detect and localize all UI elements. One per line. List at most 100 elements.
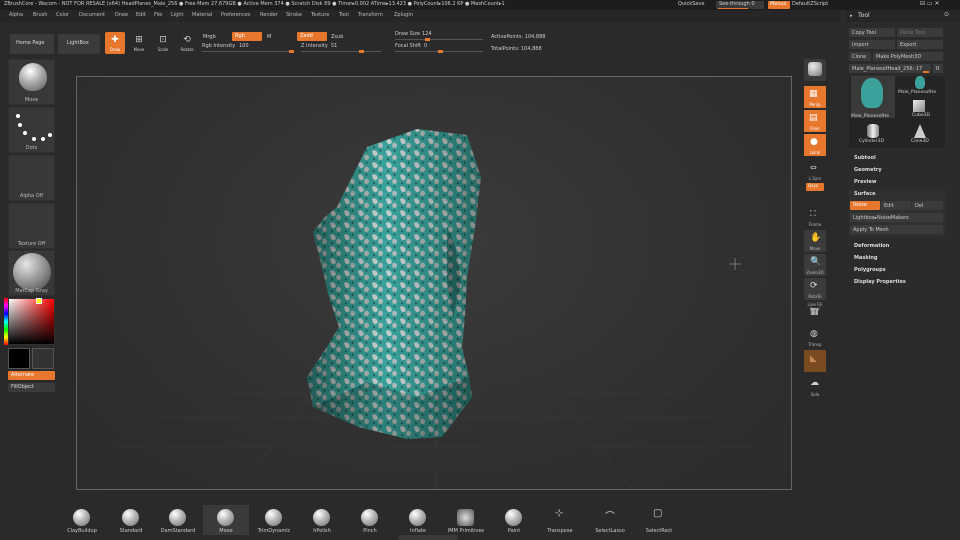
- brush-damstandard[interactable]: DamStandard: [155, 505, 201, 535]
- masking-section[interactable]: Masking: [854, 256, 878, 261]
- tool-thumb-cylinder[interactable]: Cylinder3D: [851, 122, 895, 146]
- lsym-button[interactable]: ⇔ L.Sym: [804, 160, 826, 182]
- import-button[interactable]: Import: [849, 40, 895, 49]
- polyf-button[interactable]: ▦ Line Fill PolyF: [804, 302, 826, 324]
- brush-paint[interactable]: Paint: [491, 505, 537, 535]
- tool-thumb-cone[interactable]: Cone3D: [897, 122, 943, 146]
- m-button[interactable]: M: [267, 35, 271, 40]
- secondary-color-swatch[interactable]: [32, 348, 54, 369]
- solo-button[interactable]: ☁ Solo: [804, 376, 826, 398]
- main-color-swatch[interactable]: [8, 348, 30, 369]
- draw-size-slider[interactable]: Draw Size 124: [395, 32, 483, 41]
- menu-material[interactable]: Material: [192, 13, 212, 18]
- brush-imm-primitives[interactable]: IMM Primitives: [443, 505, 489, 535]
- default-zscript-button[interactable]: DefaultZScript: [792, 2, 828, 7]
- alpha-selector[interactable]: Alpha Off: [8, 155, 55, 201]
- floor-button[interactable]: ▤ Floor: [804, 110, 826, 132]
- bpr-button[interactable]: [804, 59, 826, 81]
- focal-shift-slider[interactable]: Focal Shift 0: [395, 44, 483, 53]
- home-page-button[interactable]: Home Page: [10, 34, 54, 54]
- polygroups-section[interactable]: Polygroups: [854, 268, 886, 273]
- zsub-button[interactable]: Zsub: [331, 35, 343, 40]
- geometry-section[interactable]: Geometry: [854, 168, 882, 173]
- brush-pinch[interactable]: Pinch: [347, 505, 393, 535]
- menu-file[interactable]: File: [154, 13, 162, 18]
- paste-tool-button[interactable]: Paste Tool: [897, 28, 943, 37]
- brush-trimdynamic[interactable]: TrimDynamic: [251, 505, 297, 535]
- material-selector[interactable]: MatCap Gray: [8, 250, 55, 296]
- frame-button[interactable]: ⛶ Frame: [804, 206, 826, 228]
- menu-preferences[interactable]: Preferences: [221, 13, 250, 18]
- mrgb-button[interactable]: Mrgb: [203, 35, 216, 40]
- alternate-button[interactable]: Alternate: [8, 371, 55, 380]
- copy-tool-button[interactable]: Copy Tool: [849, 28, 895, 37]
- menu-edit[interactable]: Edit: [136, 13, 146, 18]
- tool-thumb-head-small[interactable]: Male_PlanesofHe: [897, 76, 943, 98]
- tray-scroll-handle[interactable]: [398, 535, 458, 540]
- make-polymesh-button[interactable]: Make PolyMesh3D: [873, 52, 943, 61]
- scale-tool-button[interactable]: ⊡ Scale: [153, 32, 173, 54]
- sculpt-viewport[interactable]: [77, 77, 792, 490]
- menu-document[interactable]: Document: [79, 13, 105, 18]
- window-controls[interactable]: ⊟ ▭ ✕: [920, 1, 940, 7]
- persp-button[interactable]: ▦ Persp: [804, 86, 826, 108]
- hue-strip[interactable]: [4, 298, 8, 345]
- brush-move[interactable]: Move: [203, 505, 249, 535]
- menu-draw[interactable]: Draw: [115, 13, 128, 18]
- apply-to-mesh-button[interactable]: Apply To Mesh: [850, 225, 943, 234]
- menu-transform[interactable]: Transform: [358, 13, 383, 18]
- rotate-view-button[interactable]: ⟳ RotaTe: [804, 278, 826, 300]
- brush-standard[interactable]: Standard: [108, 505, 154, 535]
- export-button[interactable]: Export: [897, 40, 943, 49]
- draw-button[interactable]: ✚ Draw: [105, 32, 125, 54]
- menus-button[interactable]: Menus: [768, 1, 790, 9]
- rgb-button[interactable]: Rgb: [232, 32, 262, 41]
- stroke-selector[interactable]: Dots: [8, 107, 55, 153]
- transpose-button[interactable]: ⊹ Transpose: [537, 505, 583, 535]
- ghost-button[interactable]: ◣: [804, 350, 826, 372]
- local-button[interactable]: ● Local: [804, 134, 826, 156]
- z-intensity-slider[interactable]: Z Intensity 51: [301, 44, 381, 53]
- tool-panel-dock-icon[interactable]: ⊙: [944, 12, 949, 18]
- surface-del-button[interactable]: Del: [912, 201, 943, 210]
- preview-section[interactable]: Preview: [854, 180, 877, 185]
- menu-brush[interactable]: Brush: [33, 13, 47, 18]
- current-tool-slider[interactable]: Male_PlanesofHead_256: 17: [849, 64, 931, 73]
- menu-texture[interactable]: Texture: [311, 13, 329, 18]
- menu-alpha[interactable]: Alpha: [9, 13, 23, 18]
- quicksave-button[interactable]: QuickSave: [678, 2, 704, 7]
- brush-claybuildup[interactable]: ClayBuildup: [59, 505, 105, 535]
- menu-light[interactable]: Light: [171, 13, 183, 18]
- qxyz-button[interactable]: Qxyz: [806, 183, 824, 191]
- menu-stroke[interactable]: Stroke: [286, 13, 302, 18]
- menu-zplugin[interactable]: Zplugin: [394, 13, 413, 18]
- menu-render[interactable]: Render: [260, 13, 278, 18]
- select-lasso-button[interactable]: ⌒ SelectLasso: [587, 505, 633, 535]
- lightbox-noisemakers-button[interactable]: Lightbox▸NoiseMakers: [850, 213, 943, 222]
- move-tool-button[interactable]: ⊞ Move: [129, 32, 149, 54]
- fill-object-button[interactable]: FillObject: [8, 383, 55, 392]
- texture-selector[interactable]: Texture Off: [8, 203, 55, 249]
- brush-hpolish[interactable]: hPolish: [299, 505, 345, 535]
- r-button[interactable]: R: [933, 64, 943, 73]
- transp-button[interactable]: ◍ Transp: [804, 326, 826, 348]
- zoom3d-button[interactable]: 🔍 Zoom3D: [804, 254, 826, 276]
- lightbox-button[interactable]: LightBox: [58, 34, 100, 54]
- clone-button[interactable]: Clone: [849, 52, 871, 61]
- see-through-slider[interactable]: See-through 0: [716, 1, 764, 9]
- move-view-button[interactable]: ✋ Move: [804, 230, 826, 252]
- tool-thumb-head-large[interactable]: Male_PlanesofHe: [851, 76, 895, 119]
- tool-thumb-cube[interactable]: Cube3D: [897, 98, 943, 120]
- menu-color[interactable]: Color: [56, 13, 69, 18]
- display-properties-section[interactable]: Display Properties: [854, 280, 906, 285]
- surface-edit-button[interactable]: Edit: [881, 201, 911, 210]
- rotate-tool-button[interactable]: ⟲ Rotate: [177, 32, 197, 54]
- menu-tool[interactable]: Tool: [339, 13, 349, 18]
- brush-selector[interactable]: Move: [8, 59, 55, 105]
- deformation-section[interactable]: Deformation: [854, 244, 889, 249]
- noise-button[interactable]: Noise: [850, 201, 880, 210]
- color-picker[interactable]: [8, 298, 55, 345]
- rgb-intensity-slider[interactable]: Rgb Intensity 100: [202, 44, 294, 53]
- select-rect-button[interactable]: ▢ SelectRect: [636, 505, 682, 535]
- document-canvas[interactable]: [76, 76, 792, 490]
